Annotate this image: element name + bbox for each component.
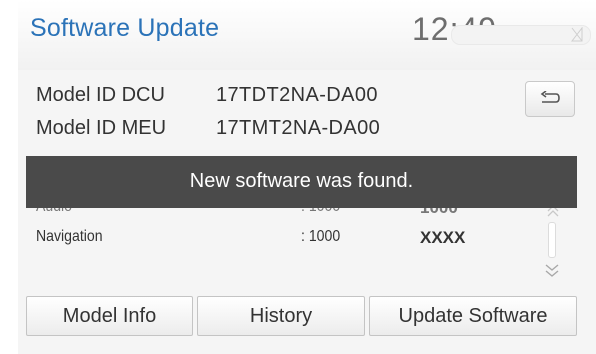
content-area: Model ID DCU 17TDT2NA-DA00 Model ID MEU …	[18, 70, 596, 354]
software-update-screen: Software Update 12:49 Model ID DCU 17TDT…	[0, 0, 596, 354]
model-id-dcu-label: Model ID DCU	[36, 84, 165, 106]
status-indicator	[451, 25, 591, 45]
list-item-version: : 1000	[301, 228, 341, 245]
list-item-name: Audio	[36, 208, 72, 216]
model-id-dcu-value: 17TDT2NA-DA00	[216, 84, 378, 106]
list-item-version: : 1000	[301, 208, 340, 216]
notification-toast: New software was found.	[26, 156, 577, 208]
model-info-button[interactable]: Model Info	[26, 296, 193, 336]
back-button[interactable]	[525, 81, 575, 117]
list-item-new-version: 1000	[420, 208, 458, 218]
chevron-double-up-icon[interactable]	[547, 208, 559, 218]
page-title: Software Update	[30, 14, 220, 42]
model-id-meu-label: Model ID MEU	[36, 117, 167, 139]
no-signal-icon	[571, 27, 583, 42]
chevron-double-down-icon[interactable]	[545, 263, 559, 279]
back-arrow-icon	[540, 91, 560, 103]
software-list[interactable]: Audio : 1000 1000 Navigation : 1000 XXXX	[18, 208, 596, 288]
history-button[interactable]: History	[197, 296, 365, 336]
update-software-button[interactable]: Update Software	[369, 296, 577, 336]
header-bar: Software Update 12:49	[18, 0, 596, 71]
bottom-tabs: Model Info History Update Software	[26, 296, 577, 336]
list-item[interactable]: Navigation : 1000 XXXX	[18, 220, 538, 260]
scrollbar[interactable]	[548, 222, 556, 258]
list-item-new-version: XXXX	[420, 228, 466, 247]
list-item-name: Navigation	[36, 228, 103, 245]
toast-message: New software was found.	[189, 170, 414, 192]
model-id-meu-value: 17TMT2NA-DA00	[216, 117, 381, 139]
